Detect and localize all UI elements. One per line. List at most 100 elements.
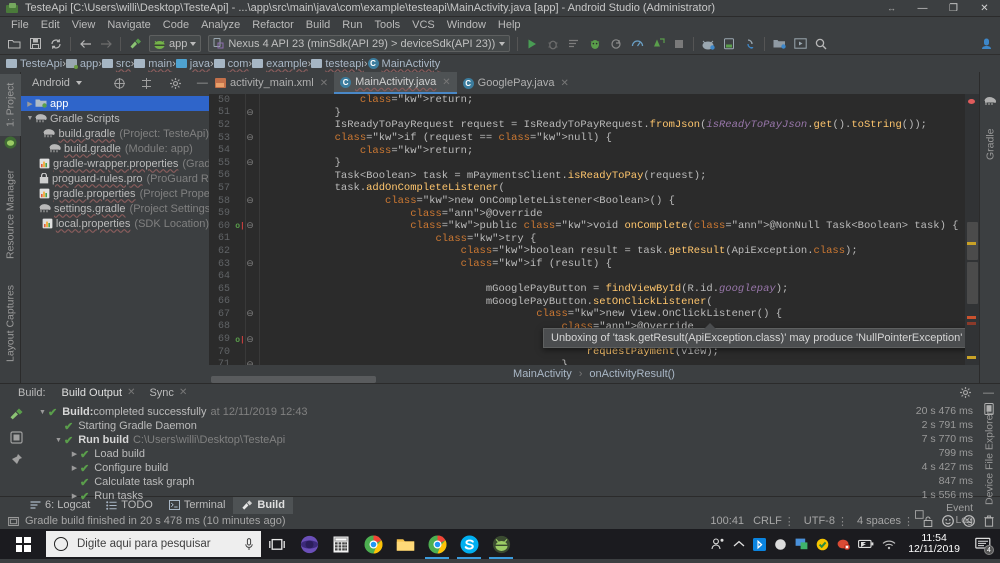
tree-row[interactable]: proguard-rules.pro (ProGuard Ru: [21, 171, 209, 186]
cortana-icon[interactable]: [293, 529, 325, 559]
debug-icon[interactable]: [543, 34, 563, 54]
code-line[interactable]: 66 mGooglePayButton.setOnClickListener(: [209, 296, 965, 309]
open-folder-icon[interactable]: [4, 34, 24, 54]
warning-marker-2[interactable]: [967, 356, 976, 359]
user-avatar-icon[interactable]: [976, 34, 996, 54]
task-view-icon[interactable]: [261, 529, 293, 559]
gear-icon[interactable]: [960, 387, 971, 398]
fold-marker-icon[interactable]: ⊖: [245, 196, 255, 206]
hide-window-icon[interactable]: —: [983, 387, 994, 399]
breadcrumb-item-example[interactable]: example: [252, 58, 308, 70]
tree-row[interactable]: ▼ Gradle Scripts: [21, 111, 209, 126]
inspection-face-icon[interactable]: [942, 515, 954, 527]
menu-item-edit[interactable]: Edit: [35, 17, 66, 33]
expand-icon[interactable]: [141, 77, 152, 89]
code-line[interactable]: 56 Task<Boolean> task = mPaymentsClient.…: [209, 170, 965, 183]
save-all-icon[interactable]: [25, 34, 45, 54]
code-line[interactable]: 50 class="kw">return;: [209, 94, 965, 107]
android-studio-icon[interactable]: [485, 529, 517, 559]
profiler-icon[interactable]: [585, 34, 605, 54]
close-icon[interactable]: ✕: [179, 387, 187, 398]
menu-item-view[interactable]: View: [66, 17, 102, 33]
notification-center-button[interactable]: 4: [972, 529, 994, 559]
editor-bottom-breadcrumb[interactable]: MainActivity › onActivityResult(): [209, 365, 979, 383]
code-line[interactable]: 65 mGooglePayButton = findViewById(R.id.…: [209, 283, 965, 296]
chrome-icon[interactable]: [357, 529, 389, 559]
hide-window-icon[interactable]: —: [197, 77, 208, 89]
restart-icon[interactable]: [10, 431, 23, 444]
build-output-row[interactable]: ▶ ✔ Configure build: [33, 461, 915, 475]
menu-item-code[interactable]: Code: [157, 17, 195, 33]
taskbar-search-box[interactable]: Digite aqui para pesquisar: [46, 531, 261, 557]
minimize-button[interactable]: —: [907, 0, 938, 17]
fold-marker-icon[interactable]: ⊖: [245, 335, 255, 345]
calculator-icon[interactable]: [325, 529, 357, 559]
project-tree[interactable]: ▶ app ▼ Gradle Scripts build.gradle (Project:…: [21, 94, 209, 383]
editor-tab-mainactivity-java[interactable]: C MainActivity.java ✕: [334, 72, 457, 94]
horizontal-scrollbar[interactable]: [211, 376, 376, 383]
device-selector[interactable]: Nexus 4 API 23 (minSdk(API 29) > deviceS…: [208, 35, 511, 52]
code-line[interactable]: 59 class="ann">@Override: [209, 207, 965, 220]
build-hammer-icon[interactable]: [9, 407, 24, 422]
error-marker-3[interactable]: [967, 322, 976, 325]
scroll-thumb-lower[interactable]: [967, 262, 978, 304]
breadcrumb-class[interactable]: MainActivity: [513, 368, 572, 380]
maximize-button[interactable]: ❐: [938, 0, 969, 17]
code-line[interactable]: 67 ⊖ class="kw">new View.OnClickListener(…: [209, 308, 965, 321]
restore-arrows-icon[interactable]: ↔: [876, 0, 907, 17]
bluetooth-icon[interactable]: [753, 537, 767, 551]
build-output-row[interactable]: ▶ ✔ Load build: [33, 447, 915, 461]
tree-row[interactable]: gradle-wrapper.properties(Gradl: [21, 156, 209, 171]
fold-marker-icon[interactable]: ⊖: [245, 133, 255, 143]
build-output-row[interactable]: ▼ ✔ Build: completed successfully at 12/11/…: [33, 405, 915, 419]
editor-tab-activity-main-xml[interactable]: activity_main.xml ✕: [209, 72, 334, 94]
close-icon[interactable]: ✕: [442, 77, 450, 88]
windows-start-button[interactable]: [0, 529, 46, 559]
fold-marker-icon[interactable]: ⊖: [245, 259, 255, 269]
breadcrumb-item-mainactivity[interactable]: C MainActivity: [367, 58, 440, 70]
tree-row[interactable]: settings.gradle (Project Settings): [21, 201, 209, 216]
error-marker[interactable]: [968, 99, 975, 104]
caret-position[interactable]: 100:41: [710, 515, 744, 527]
security-shield-icon[interactable]: [816, 538, 829, 551]
forward-icon[interactable]: [96, 34, 116, 54]
bottom-tab-build[interactable]: Build: [233, 496, 293, 514]
editor-tab-googlepay-java[interactable]: C GooglePay.java ✕: [457, 72, 575, 94]
scroll-thumb-upper[interactable]: [967, 222, 978, 260]
fold-marker-icon[interactable]: ⊖: [245, 158, 255, 168]
onedrive-icon[interactable]: [774, 538, 787, 551]
code-line[interactable]: 63 ⊖ class="kw">if (result) {: [209, 258, 965, 271]
close-icon[interactable]: ✕: [561, 78, 569, 89]
bottom-tab-terminal[interactable]: Terminal: [161, 497, 234, 514]
run-icon[interactable]: [522, 34, 542, 54]
error-marker-2[interactable]: [967, 316, 976, 319]
close-button[interactable]: ✕: [969, 0, 1000, 17]
stop-icon[interactable]: [669, 34, 689, 54]
breadcrumb-item-main[interactable]: main: [134, 58, 172, 70]
people-icon[interactable]: [711, 538, 725, 550]
build-output-row[interactable]: ✔ Starting Gradle Daemon: [33, 419, 915, 433]
code-line[interactable]: 58 ⊖ class="kw">new OnCompleteListener<Bo…: [209, 195, 965, 208]
taskbar-clock[interactable]: 11:54 12/11/2019: [904, 533, 964, 555]
code-line[interactable]: 54 class="kw">return;: [209, 144, 965, 157]
line-separator-selector[interactable]: CRLF ⋮: [753, 515, 795, 528]
breadcrumb-item-app[interactable]: app: [65, 58, 98, 70]
collapse-all-icon[interactable]: [113, 77, 125, 89]
encoding-selector[interactable]: UTF-8 ⋮: [804, 515, 848, 528]
gear-icon[interactable]: [169, 77, 181, 89]
breadcrumb-item-com[interactable]: com: [213, 58, 248, 70]
breadcrumb-item-testeapi[interactable]: TesteApi: [6, 58, 62, 70]
tree-expand-arrow-icon[interactable]: ▼: [53, 437, 64, 444]
editor-code-area[interactable]: 50 class="kw">return; 51 ⊖ } 52 IsReadyToPa…: [209, 94, 965, 365]
tree-row[interactable]: gradle.properties (Project Proper: [21, 186, 209, 201]
code-line[interactable]: 55 ⊖ }: [209, 157, 965, 170]
hector-icon[interactable]: [963, 515, 975, 527]
chrome-icon-2[interactable]: [421, 529, 453, 559]
menu-item-vcs[interactable]: VCS: [406, 17, 441, 33]
file-explorer-icon[interactable]: [389, 529, 421, 559]
code-line[interactable]: 53 ⊖ class="kw">if (request == class="kw"…: [209, 132, 965, 145]
tree-expand-arrow-icon[interactable]: ▼: [37, 409, 48, 416]
gradle-sync-icon[interactable]: [740, 34, 760, 54]
menu-item-help[interactable]: Help: [492, 17, 527, 33]
tool-button-gradle[interactable]: Gradle: [980, 112, 1000, 160]
